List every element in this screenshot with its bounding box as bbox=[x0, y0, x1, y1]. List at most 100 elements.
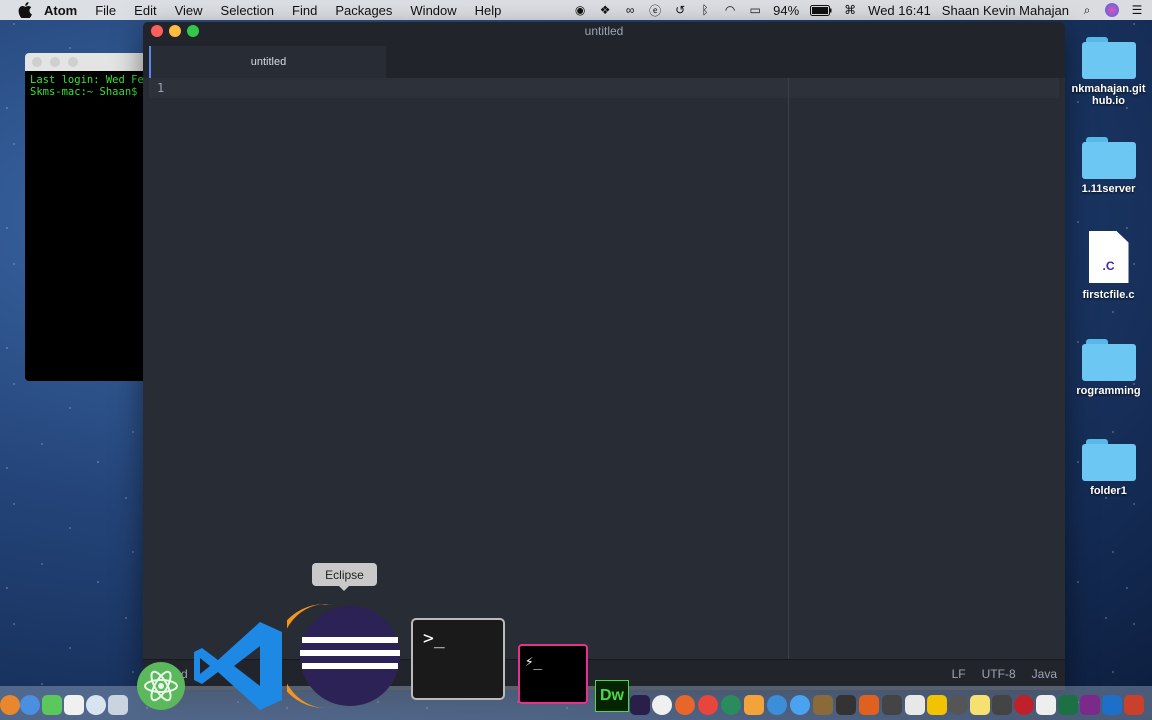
text-editor[interactable]: 1 bbox=[149, 78, 1059, 660]
desktop-item-label: folder1 bbox=[1090, 485, 1127, 497]
menu-app-name[interactable]: Atom bbox=[44, 3, 77, 18]
wifi-icon[interactable]: ◠ bbox=[723, 3, 737, 17]
outlook-icon[interactable] bbox=[1102, 695, 1122, 715]
menu-help[interactable]: Help bbox=[475, 3, 502, 18]
menu-find[interactable]: Find bbox=[292, 3, 317, 18]
notification-center-icon[interactable]: ☰ bbox=[1130, 3, 1144, 17]
powerpoint-icon[interactable] bbox=[1124, 695, 1144, 715]
firefox-icon[interactable] bbox=[675, 695, 695, 715]
desktop-item-label: 1.11server bbox=[1081, 183, 1136, 195]
edge-icon[interactable]: ⓔ bbox=[648, 3, 662, 18]
menu-edit[interactable]: Edit bbox=[134, 3, 156, 18]
menu-bar: Atom File Edit View Selection Find Packa… bbox=[0, 0, 1152, 20]
terminal-line: Last login: Wed Fe bbox=[30, 74, 144, 86]
desktop-folder-folder1[interactable]: folder1 bbox=[1065, 439, 1152, 497]
terminal-app-icon[interactable]: >_ bbox=[411, 618, 505, 700]
bluetooth-icon[interactable]: ᛒ bbox=[698, 3, 712, 17]
dock-app-icon[interactable] bbox=[992, 695, 1012, 715]
safari-icon[interactable] bbox=[790, 695, 810, 715]
messages-icon[interactable] bbox=[42, 695, 62, 715]
file-extension: .C bbox=[1102, 259, 1115, 273]
hyper-icon[interactable]: ⚡_ bbox=[518, 644, 588, 704]
eclipse-icon[interactable] bbox=[287, 603, 405, 709]
menu-view[interactable]: View bbox=[175, 3, 203, 18]
desktop-folder-programming[interactable]: rogramming bbox=[1065, 339, 1152, 397]
desktop-folder-server[interactable]: 1.11server bbox=[1065, 137, 1152, 195]
notes-icon[interactable] bbox=[64, 695, 84, 715]
line-number: 1 bbox=[157, 81, 165, 95]
line-ending-selector[interactable]: LF bbox=[952, 667, 966, 681]
dock-app-icon[interactable] bbox=[927, 695, 947, 715]
terminal-close-button[interactable] bbox=[32, 57, 42, 67]
desktop-item-label-2: hub.io bbox=[1092, 95, 1125, 107]
after-effects-icon[interactable] bbox=[630, 695, 650, 715]
apple-icon[interactable] bbox=[18, 2, 32, 18]
grammar-selector[interactable]: Java bbox=[1032, 667, 1057, 681]
battery-percent[interactable]: 94% bbox=[773, 3, 799, 18]
onenote-icon[interactable] bbox=[1080, 695, 1100, 715]
dock-app-icon[interactable] bbox=[882, 695, 902, 715]
menu-window[interactable]: Window bbox=[410, 3, 456, 18]
terminal-prompt: Skms-mac:~ Shaan$ bbox=[30, 86, 138, 98]
folder-icon bbox=[1081, 137, 1136, 179]
dock-app-icon[interactable] bbox=[948, 695, 968, 715]
desktop-item-label: nkmahajan.git bbox=[1071, 83, 1146, 95]
dock-app-icon[interactable] bbox=[108, 695, 128, 715]
dock-app-icon[interactable] bbox=[836, 695, 856, 715]
user-name[interactable]: Shaan Kevin Mahajan bbox=[942, 3, 1069, 18]
minecraft-icon[interactable] bbox=[813, 695, 833, 715]
excel-icon[interactable] bbox=[1058, 695, 1078, 715]
time-machine-icon[interactable]: ↺ bbox=[673, 3, 687, 17]
dock-tooltip: Eclipse bbox=[312, 563, 377, 591]
atom-app-icon[interactable] bbox=[135, 660, 187, 712]
creative-cloud-icon[interactable]: ∞ bbox=[623, 3, 637, 17]
dock-app-icon[interactable] bbox=[1014, 695, 1034, 715]
itunes-icon[interactable] bbox=[652, 695, 672, 715]
terminal-output[interactable]: Last login: Wed Fe Skms-mac:~ Shaan$ bbox=[25, 71, 147, 101]
dock-app-icon[interactable] bbox=[721, 695, 741, 715]
dock-app-icon[interactable] bbox=[1036, 695, 1056, 715]
dock-app-icon[interactable] bbox=[767, 695, 787, 715]
terminal-zoom-button[interactable] bbox=[68, 57, 78, 67]
terminal-titlebar[interactable] bbox=[25, 53, 147, 71]
folder-icon bbox=[1081, 439, 1136, 481]
terminal-window[interactable]: Last login: Wed Fe Skms-mac:~ Shaan$ bbox=[25, 53, 147, 381]
chrome-icon[interactable] bbox=[698, 695, 718, 715]
encoding-selector[interactable]: UTF-8 bbox=[982, 667, 1016, 681]
photos-icon[interactable] bbox=[86, 695, 106, 715]
dock-app-icon[interactable] bbox=[0, 695, 20, 715]
c-file-icon: .C bbox=[1088, 231, 1129, 283]
vscode-icon[interactable] bbox=[190, 618, 286, 714]
desktop-file-firstcfile[interactable]: .C firstcfile.c bbox=[1065, 231, 1152, 301]
tab-untitled[interactable]: untitled bbox=[149, 46, 386, 78]
terminal-prompt-glyph: >_ bbox=[423, 628, 445, 649]
dock-app-icon[interactable] bbox=[970, 695, 990, 715]
battery-icon[interactable] bbox=[810, 4, 832, 16]
dock-app-icon[interactable] bbox=[20, 695, 40, 715]
blender-icon[interactable] bbox=[859, 695, 879, 715]
desktop-folder-github-io[interactable]: nkmahajan.git hub.io bbox=[1065, 37, 1152, 107]
siri-icon[interactable] bbox=[1105, 3, 1119, 17]
atom-window: untitled untitled 1 d LF UTF-8 Java bbox=[143, 22, 1065, 690]
clock[interactable]: Wed 16:41 bbox=[868, 3, 931, 18]
desktop-item-label: rogramming bbox=[1076, 385, 1141, 397]
cursor-line bbox=[149, 78, 1059, 98]
terminal-minimize-button[interactable] bbox=[50, 57, 60, 67]
folder-icon bbox=[1081, 339, 1136, 381]
folder-icon bbox=[1081, 37, 1136, 79]
ibooks-icon[interactable] bbox=[744, 695, 764, 715]
dock-app-icon[interactable] bbox=[905, 695, 925, 715]
menu-file[interactable]: File bbox=[95, 3, 116, 18]
record-icon[interactable]: ◉ bbox=[573, 3, 587, 17]
status-tray: ◉ ❖ ∞ ⓔ ↺ ᛒ ◠ ▭ 94% ⌘ Wed 16:41 Shaan Ke… bbox=[573, 0, 1144, 20]
keyboard-icon[interactable]: ⌘ bbox=[843, 3, 857, 17]
dreamweaver-icon[interactable]: Dw bbox=[595, 680, 629, 712]
dropbox-icon[interactable]: ❖ bbox=[598, 3, 612, 17]
spotlight-search-icon[interactable]: ⌕ bbox=[1080, 3, 1094, 17]
tab-bar: untitled bbox=[143, 40, 1065, 78]
atom-titlebar[interactable]: untitled bbox=[143, 22, 1065, 40]
menu-selection[interactable]: Selection bbox=[221, 3, 274, 18]
airplay-icon[interactable]: ▭ bbox=[748, 3, 762, 17]
hyper-prompt-glyph: ⚡_ bbox=[525, 654, 542, 670]
menu-packages[interactable]: Packages bbox=[335, 3, 392, 18]
